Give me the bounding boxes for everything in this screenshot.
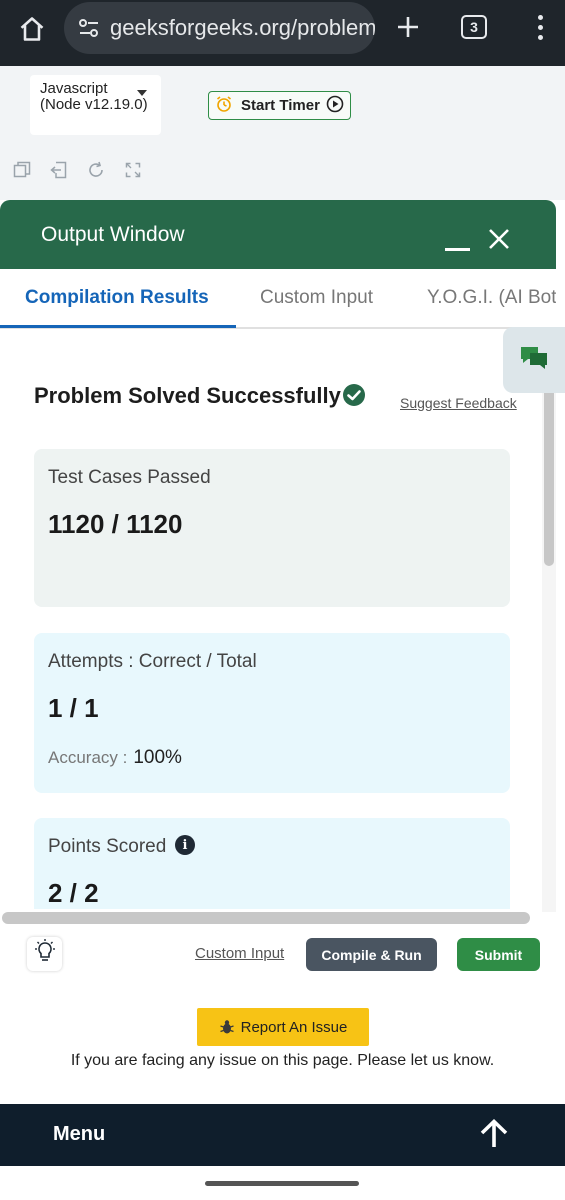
report-issue-label: Report An Issue (240, 1018, 348, 1036)
menu-button[interactable]: Menu (53, 1123, 105, 1146)
output-tabs: Compilation Results Custom Input Y.O.G.I… (0, 269, 556, 329)
result-status: Problem Solved Successfully (34, 383, 341, 408)
tab-switcher-button[interactable]: 3 (461, 15, 487, 39)
output-window-title: Output Window (41, 223, 185, 246)
site-settings-icon[interactable] (78, 18, 100, 38)
accuracy-value: 100% (133, 747, 182, 768)
footer-menu-bar: Menu (0, 1104, 565, 1166)
reset-icon[interactable] (86, 160, 106, 180)
editor-toolbar: Javascript (Node v12.19.0) Start Timer (0, 66, 565, 200)
home-icon[interactable] (14, 11, 50, 47)
attempts-value: 1 / 1 (48, 693, 99, 723)
hint-button[interactable] (27, 937, 62, 971)
browser-menu-icon[interactable] (530, 11, 550, 43)
close-icon[interactable] (487, 227, 511, 251)
info-icon[interactable]: i (175, 835, 195, 855)
new-tab-icon[interactable] (392, 11, 424, 43)
attempts-label: Attempts : Correct / Total (48, 651, 257, 672)
editor-tools (12, 160, 143, 180)
test-cases-card: Test Cases Passed 1120 / 1120 (34, 449, 510, 607)
system-navigation (0, 1166, 565, 1200)
attempts-card: Attempts : Correct / Total 1 / 1 Accurac… (34, 633, 510, 793)
points-value: 2 / 2 (48, 878, 99, 908)
check-circle-icon (342, 383, 366, 407)
points-label: Points Scored (48, 836, 167, 857)
address-bar[interactable]: geeksforgeeks.org/problem (64, 2, 375, 54)
start-timer-button[interactable]: Start Timer (208, 91, 351, 120)
screen: geeksforgeeks.org/problem 3 Javascript (… (0, 0, 565, 1200)
custom-input-link[interactable]: Custom Input (195, 945, 284, 962)
submit-button[interactable]: Submit (457, 938, 540, 971)
editor-action-bar: Custom Input Compile & Run Submit (0, 928, 565, 982)
arrow-up-icon[interactable] (478, 1118, 510, 1150)
horizontal-scrollbar[interactable] (2, 912, 530, 924)
bug-icon (219, 1019, 235, 1035)
report-issue-button[interactable]: Report An Issue (197, 1008, 369, 1046)
start-timer-label: Start Timer (241, 97, 320, 114)
tab-custom-input[interactable]: Custom Input (260, 287, 373, 309)
points-card: Points Scored i 2 / 2 (34, 818, 510, 909)
compile-run-button[interactable]: Compile & Run (306, 938, 437, 971)
language-select[interactable]: Javascript (Node v12.19.0) (30, 75, 161, 135)
report-section: Report An Issue If you are facing any is… (0, 982, 565, 1104)
accuracy-label: Accuracy : (48, 748, 128, 767)
compilation-results-panel: Problem Solved Successfully Suggest Feed… (0, 331, 542, 909)
import-file-icon[interactable] (49, 160, 69, 180)
active-tab-indicator (0, 325, 236, 328)
gesture-handle[interactable] (205, 1181, 359, 1186)
chevron-down-icon (137, 90, 147, 96)
minimize-icon[interactable] (445, 248, 470, 251)
language-value: Javascript (Node v12.19.0) (40, 80, 148, 113)
chat-bubbles-icon (519, 344, 549, 377)
play-circle-icon (326, 95, 344, 117)
accuracy-row: Accuracy : 100% (48, 747, 182, 769)
suggest-feedback-link[interactable]: Suggest Feedback (400, 395, 517, 411)
output-window-header: Output Window (0, 200, 556, 269)
lightbulb-icon (33, 938, 57, 970)
copy-icon[interactable] (12, 160, 32, 180)
fullscreen-icon[interactable] (123, 160, 143, 180)
chat-button[interactable] (503, 327, 565, 393)
tab-compilation-results[interactable]: Compilation Results (25, 287, 209, 309)
report-help-text: If you are facing any issue on this page… (70, 1052, 495, 1069)
test-cases-label: Test Cases Passed (48, 467, 211, 488)
alarm-clock-icon (215, 95, 233, 117)
test-cases-value: 1120 / 1120 (48, 509, 183, 539)
tab-yogi-ai-bot[interactable]: Y.O.G.I. (AI Bot) (427, 287, 556, 309)
output-window: Output Window Compilation Results Custom… (0, 200, 556, 982)
url-text: geeksforgeeks.org/problem (110, 15, 375, 40)
browser-toolbar: geeksforgeeks.org/problem 3 (0, 0, 565, 66)
